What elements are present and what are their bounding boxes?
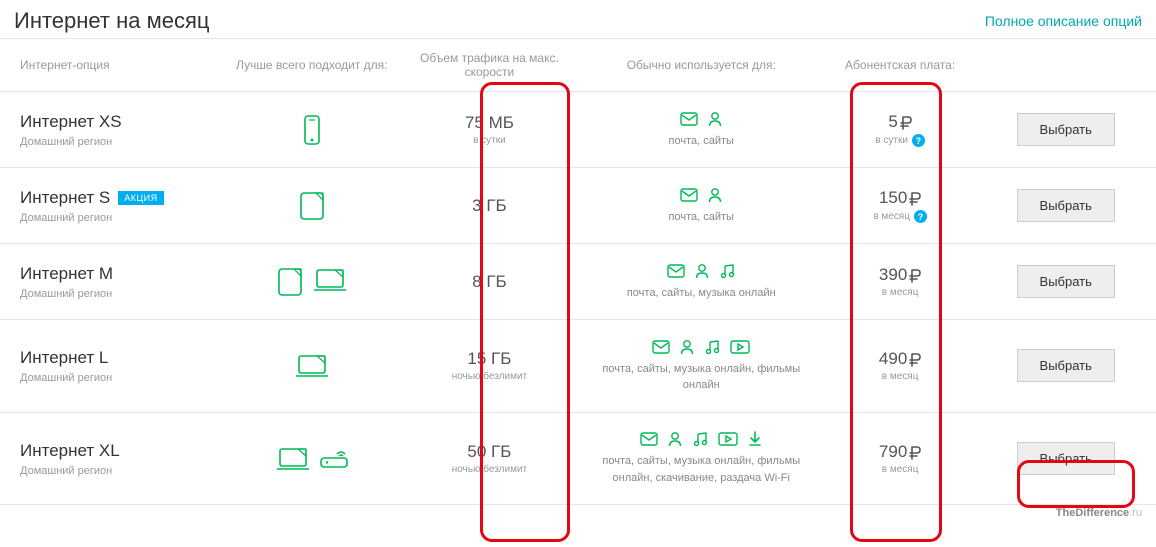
phone-icon [302,115,322,145]
plan-name: Интернет L [20,348,214,368]
table-row: Интернет XS Домашний регион 75 МБ в сутки по… [0,92,1156,168]
col-bestfor: Лучше всего подходит для: [222,39,401,92]
ruble-icon [909,188,921,208]
col-volume: Объем трафика на макс. скорости [401,39,578,92]
plan-region: Домашний регион [20,465,214,477]
footer-credit: TheDifference.ru [0,505,1156,521]
router-icon [319,446,349,472]
select-button[interactable]: Выбрать [1017,265,1115,298]
select-button[interactable]: Выбрать [1017,189,1115,222]
price-value: 790 [833,442,968,462]
plan-name: Интернет M [20,264,214,284]
laptop-icon [312,267,348,297]
download-icon [748,431,762,448]
price-period: в сутки? [833,134,968,147]
volume-sub: ночью безлимит [409,371,570,382]
col-price: Абонентская плата: [825,39,976,92]
plans-table: Интернет-опция Лучше всего подходит для:… [0,38,1156,505]
plan-region: Домашний регион [20,372,214,384]
price-period: в месяц [833,464,968,475]
user-icon [695,262,709,279]
table-row: Интернет XL Домашний регион 50 ГБ ночью без… [0,412,1156,505]
plan-region: Домашний регион [20,136,214,148]
price-value: 150 [833,188,968,208]
user-icon [708,186,722,203]
table-row: Интернет M Домашний регион 8 ГБ почта, сайт… [0,244,1156,320]
volume-sub: в сутки [409,135,570,146]
music-icon [692,431,708,448]
ruble-icon [900,112,912,132]
volume-value: 75 МБ [409,113,570,133]
plan-region: Домашний регион [20,288,214,300]
plan-name: Интернет XL [20,441,214,461]
info-icon[interactable]: ? [912,134,925,147]
volume-sub: ночью безлимит [409,464,570,475]
col-option: Интернет-опция [0,39,222,92]
price-value: 5 [833,112,968,132]
table-row: Интернет SАКЦИЯ Домашний регион 3 ГБ почта,… [0,168,1156,244]
ruble-icon [909,265,921,285]
mail-icon [667,262,685,279]
price-value: 390 [833,265,968,285]
laptop-icon [294,353,330,379]
usage-text: почта, сайты, музыка онлайн, фильмы онла… [586,453,817,486]
mail-icon [680,110,698,127]
tablet-icon [276,267,304,297]
info-icon[interactable]: ? [914,210,927,223]
volume-value: 15 ГБ [409,349,570,369]
music-icon [704,338,720,355]
table-row: Интернет L Домашний регион 15 ГБ ночью безл… [0,320,1156,413]
video-icon [718,431,738,448]
volume-value: 3 ГБ [409,196,570,216]
mail-icon [680,186,698,203]
plan-name: Интернет XS [20,112,214,132]
full-description-link[interactable]: Полное описание опций [985,13,1142,29]
mail-icon [652,338,670,355]
select-button[interactable]: Выбрать [1017,442,1115,475]
plan-name: Интернет SАКЦИЯ [20,188,214,208]
select-button[interactable]: Выбрать [1017,349,1115,382]
music-icon [719,262,735,279]
promo-badge: АКЦИЯ [118,191,163,205]
col-usage: Обычно используется для: [578,39,825,92]
mail-icon [640,431,658,448]
price-period: в месяц? [833,210,968,223]
usage-text: почта, сайты, музыка онлайн [586,285,817,302]
user-icon [680,338,694,355]
ruble-icon [909,349,921,369]
usage-text: почта, сайты [586,133,817,150]
user-icon [708,110,722,127]
ruble-icon [909,442,921,462]
price-value: 490 [833,349,968,369]
page-title: Интернет на месяц [14,8,209,34]
plan-region: Домашний регион [20,212,214,224]
tablet-icon [298,191,326,221]
volume-value: 8 ГБ [409,272,570,292]
usage-text: почта, сайты, музыка онлайн, фильмы онла… [586,361,817,394]
usage-text: почта, сайты [586,209,817,226]
select-button[interactable]: Выбрать [1017,113,1115,146]
price-period: в месяц [833,287,968,298]
laptop-icon [275,446,311,472]
price-period: в месяц [833,371,968,382]
user-icon [668,431,682,448]
volume-value: 50 ГБ [409,442,570,462]
video-icon [730,338,750,355]
